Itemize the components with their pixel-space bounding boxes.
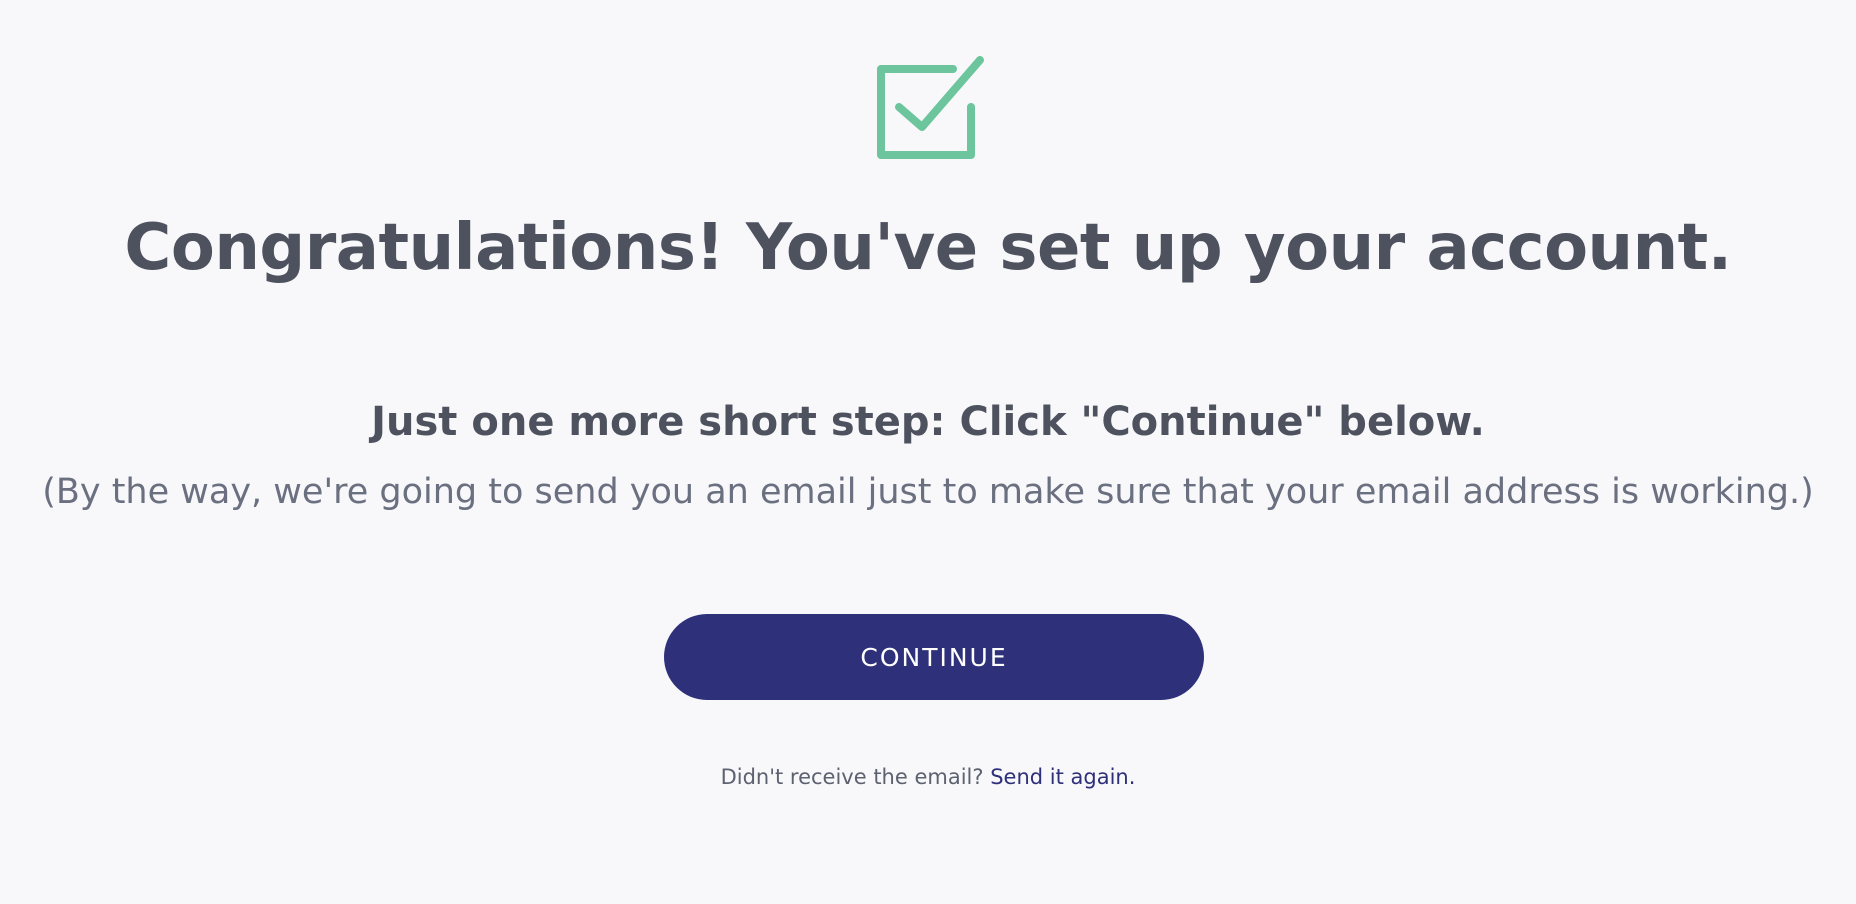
checkbox-checked-icon <box>877 56 984 159</box>
email-note-text: (By the way, we're going to send you an … <box>42 472 1814 512</box>
instruction-text: Just one more short step: Click "Continu… <box>371 399 1485 445</box>
resend-email-row: Didn't receive the email? Send it again. <box>0 760 1856 794</box>
page-title: Congratulations! You've set up your acco… <box>124 211 1732 285</box>
account-setup-confirmation: Congratulations! You've set up your acco… <box>0 0 1856 904</box>
continue-button[interactable]: CONTINUE <box>664 614 1204 700</box>
send-again-link[interactable]: Send it again. <box>990 765 1135 789</box>
resend-prompt-text: Didn't receive the email? <box>720 765 984 789</box>
